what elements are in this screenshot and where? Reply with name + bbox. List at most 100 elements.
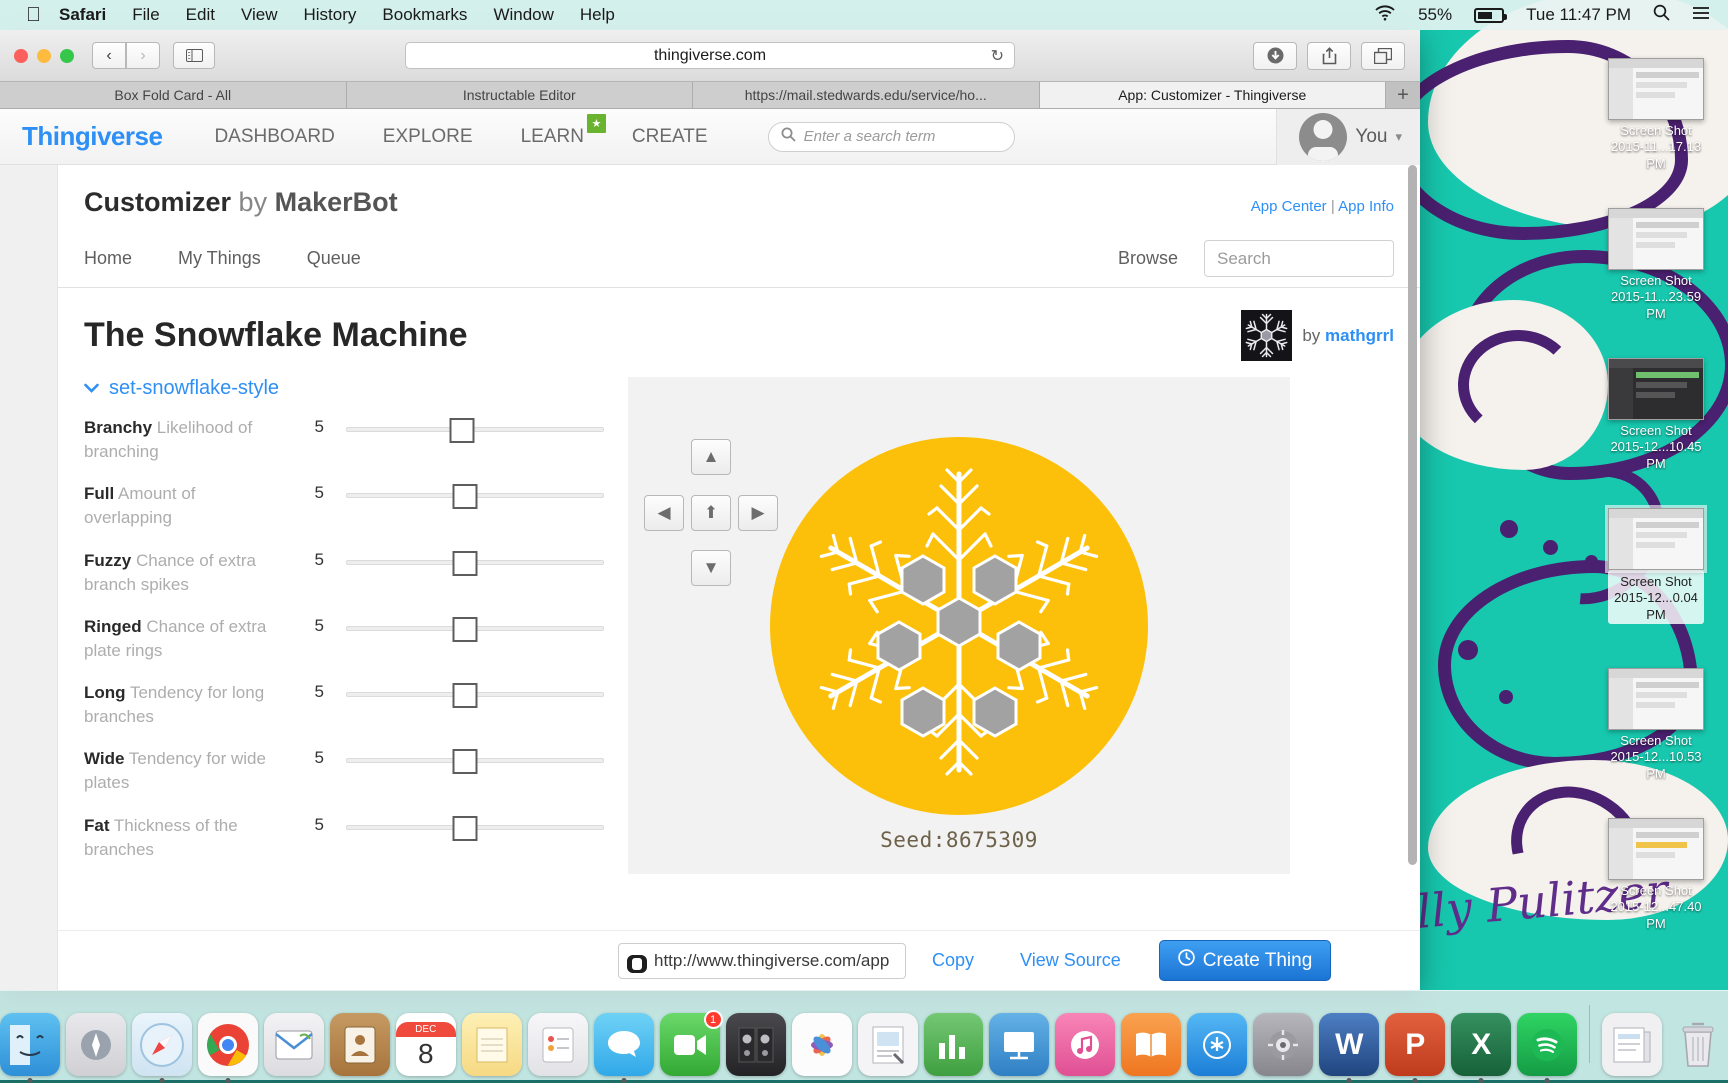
parameter-slider[interactable] [346, 749, 604, 771]
menu-history[interactable]: History [304, 5, 357, 25]
pan-left-label[interactable]: ◀ [644, 495, 684, 531]
dock-item-messages[interactable] [594, 1013, 654, 1076]
sidebar-icon[interactable] [173, 42, 215, 69]
dock-item-powerpoint[interactable]: P [1385, 1013, 1445, 1076]
back-button[interactable]: ‹ [92, 42, 126, 69]
zoom-button[interactable] [60, 49, 74, 63]
desktop-file-item[interactable]: Screen Shot 2015-11...17.13 PM [1608, 58, 1704, 172]
app-search-input[interactable]: Search [1204, 240, 1394, 277]
dock-item-preview-doc[interactable] [858, 1013, 918, 1076]
account-menu[interactable]: You ▾ [1276, 109, 1420, 165]
apple-logo-icon[interactable]:  [26, 5, 41, 25]
pan-home-label[interactable]: ⬆ [691, 495, 731, 531]
dock-item-launchpad[interactable] [66, 1013, 126, 1076]
browser-tab-active[interactable]: App: Customizer - Thingiverse [1040, 82, 1387, 108]
slider-handle[interactable] [452, 749, 477, 774]
dock-item-itunes[interactable] [1055, 1013, 1115, 1076]
snowflake-thumbnail-icon[interactable] [1241, 310, 1292, 361]
slider-track[interactable] [346, 427, 604, 432]
menu-view[interactable]: View [241, 5, 278, 25]
browser-tab[interactable]: Instructable Editor [347, 82, 694, 108]
dock-item-notes[interactable] [462, 1013, 522, 1076]
dock-item-finder[interactable] [0, 1013, 60, 1076]
desktop-file-item[interactable]: Screen Shot 2015-12...10.53 PM [1608, 668, 1704, 782]
dock-item-photos[interactable] [792, 1013, 852, 1076]
dock-item-safari[interactable] [132, 1013, 192, 1076]
app-center-link[interactable]: App Center [1251, 198, 1327, 215]
dock-item-ibooks[interactable] [1121, 1013, 1181, 1076]
pan-home-button[interactable]: ⬆ [691, 495, 731, 531]
dock-item-calendar[interactable]: DEC 8 [396, 1013, 456, 1076]
pan-up-small-label[interactable]: ▲ [691, 439, 731, 475]
dock-item-keynote[interactable] [989, 1013, 1049, 1076]
notification-center-icon[interactable] [1692, 5, 1710, 25]
nav-learn[interactable]: LEARN ★ [521, 126, 584, 148]
slider-handle[interactable] [452, 617, 477, 642]
reload-icon[interactable]: ↻ [991, 46, 1004, 66]
pan-left-button[interactable]: ◀ [644, 495, 684, 531]
share-url-field[interactable]: http://www.thingiverse.com/app [618, 943, 906, 979]
copy-button[interactable]: Copy [932, 950, 974, 971]
nav-explore[interactable]: EXPLORE [383, 126, 473, 148]
pan-down-label[interactable]: ▼ [691, 550, 731, 586]
parameter-slider[interactable] [346, 551, 604, 573]
window-controls[interactable] [14, 49, 74, 63]
search-icon[interactable] [1653, 4, 1670, 26]
pan-up-small-button[interactable]: ▲ [691, 439, 731, 475]
dock-item-word[interactable]: W [1319, 1013, 1379, 1076]
thingiverse-logo[interactable]: Thingiverse [22, 121, 162, 152]
dock-item-spotify[interactable] [1517, 1013, 1577, 1076]
trash-icon[interactable] [1668, 1013, 1728, 1076]
dock-item-speakers[interactable] [726, 1013, 786, 1076]
dock-item-excel[interactable]: X [1451, 1013, 1511, 1076]
download-icon[interactable] [1253, 42, 1297, 70]
parameter-slider[interactable] [346, 816, 604, 838]
show-all-tabs-icon[interactable] [1361, 42, 1405, 70]
parameter-slider[interactable] [346, 484, 604, 506]
dock-item-system-preferences[interactable] [1253, 1013, 1313, 1076]
pan-down-button[interactable]: ▼ [691, 550, 731, 586]
dock-item-contacts[interactable] [330, 1013, 390, 1076]
slider-handle[interactable] [452, 816, 477, 841]
dock-item-numbers[interactable] [924, 1013, 984, 1076]
slider-handle[interactable] [452, 683, 477, 708]
desktop-file-item[interactable]: Screen Shot 2015-12...47.40 PM [1608, 818, 1704, 932]
view-source-button[interactable]: View Source [1020, 950, 1121, 971]
menu-window[interactable]: Window [493, 5, 553, 25]
menu-help[interactable]: Help [580, 5, 615, 25]
parameter-slider[interactable] [346, 617, 604, 639]
menu-safari[interactable]: Safari [59, 5, 106, 25]
slider-handle[interactable] [450, 418, 475, 443]
parameter-slider[interactable] [346, 418, 604, 440]
tab-my-things[interactable]: My Things [178, 248, 261, 269]
parameter-group-header[interactable]: set-snowflake-style [84, 377, 604, 400]
desktop-file-item[interactable]: Screen Shot 2015-11...23.59 PM [1608, 208, 1704, 322]
dock-item-reminders[interactable] [528, 1013, 588, 1076]
site-search-input[interactable]: Enter a search term [768, 122, 1015, 152]
tab-queue[interactable]: Queue [307, 248, 361, 269]
menu-edit[interactable]: Edit [186, 5, 215, 25]
author-link[interactable]: mathgrrl [1325, 326, 1394, 345]
nav-create[interactable]: CREATE [632, 126, 708, 148]
tab-home[interactable]: Home [84, 248, 132, 269]
slider-handle[interactable] [452, 551, 477, 576]
dock-item-app-store[interactable] [1187, 1013, 1247, 1076]
battery-icon[interactable] [1474, 8, 1504, 23]
snowflake-render[interactable] [770, 437, 1148, 815]
forward-button[interactable]: › [126, 42, 160, 69]
scrollbar-thumb[interactable] [1408, 165, 1417, 865]
browser-tab[interactable]: https://mail.stedwards.edu/service/ho... [693, 82, 1040, 108]
slider-handle[interactable] [452, 484, 477, 509]
dock-item-facetime[interactable]: 1 [660, 1013, 720, 1076]
address-bar[interactable]: thingiverse.com ↻ [405, 42, 1015, 69]
dock-item-chrome[interactable] [198, 1013, 258, 1076]
dock-item-mail[interactable] [264, 1013, 324, 1076]
parameter-slider[interactable] [346, 683, 604, 705]
desktop-file-item-selected[interactable]: Screen Shot 2015-12...0.04 PM [1608, 508, 1704, 624]
browser-tab[interactable]: Box Fold Card - All [0, 82, 347, 108]
page-scrollbar[interactable] [1408, 165, 1417, 986]
share-icon[interactable] [1307, 42, 1351, 70]
menu-bookmarks[interactable]: Bookmarks [382, 5, 467, 25]
model-preview[interactable]: ▲ ◀ ⬆ ▶ ▼ [628, 377, 1290, 874]
app-info-link[interactable]: App Info [1338, 198, 1394, 215]
